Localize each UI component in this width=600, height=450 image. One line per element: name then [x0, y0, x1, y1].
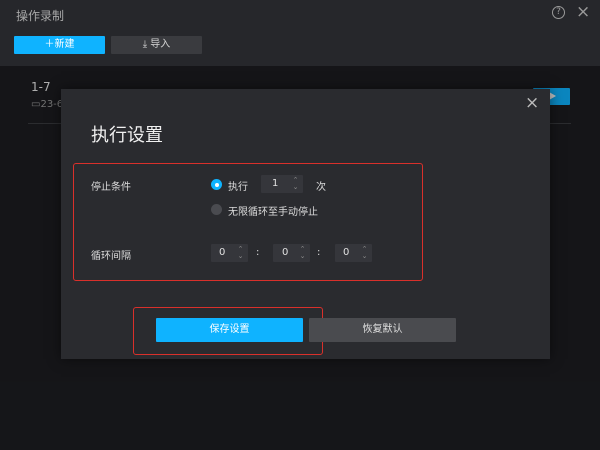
stepper-arrows-icon[interactable]: ⌃ ⌄ [236, 246, 245, 260]
plus-icon: ＋ [44, 39, 55, 50]
execute-radio[interactable] [211, 179, 222, 190]
dialog-close-icon[interactable]: × [525, 93, 539, 113]
count-unit-label: 次 [316, 182, 326, 193]
new-button[interactable]: ＋新建 [14, 36, 105, 54]
interval-seconds-stepper[interactable]: 0 ⌃ ⌄ [335, 244, 372, 262]
app-header: 操作录制 ? × ＋新建 ⤓ 导入 [0, 0, 600, 66]
interval-minutes-stepper[interactable]: 0 ⌃ ⌄ [273, 244, 310, 262]
import-button-label: 导入 [150, 39, 171, 50]
interval-label: 循环间隔 [91, 251, 131, 262]
restore-defaults-button[interactable]: 恢复默认 [309, 318, 456, 342]
close-icon[interactable]: × [576, 2, 590, 22]
stop-condition-label: 停止条件 [91, 182, 131, 193]
execute-option-label: 执行 [228, 182, 248, 193]
interval-hours-value: 0 [219, 247, 226, 258]
interval-hours-stepper[interactable]: 0 ⌃ ⌄ [211, 244, 248, 262]
stepper-arrows-icon[interactable]: ⌃ ⌄ [291, 177, 300, 191]
execute-count-value: 1 [272, 178, 279, 189]
execute-count-stepper[interactable]: 1 ⌃ ⌄ [261, 175, 303, 193]
stepper-arrows-icon[interactable]: ⌃ ⌄ [360, 246, 369, 260]
import-button[interactable]: ⤓ 导入 [111, 36, 202, 54]
execution-settings-dialog: × 执行设置 停止条件 执行 1 ⌃ ⌄ 次 无限循环至手动停止 循环间隔 0 ⌃… [61, 89, 550, 359]
infinite-loop-label: 无限循环至手动停止 [228, 207, 318, 218]
interval-minutes-value: 0 [282, 247, 289, 258]
stepper-arrows-icon[interactable]: ⌃ ⌄ [298, 246, 307, 260]
infinite-loop-radio[interactable] [211, 204, 222, 215]
save-settings-button[interactable]: 保存设置 [156, 318, 303, 342]
new-button-label: 新建 [54, 39, 75, 50]
interval-separator: : [256, 247, 260, 258]
app-title: 操作录制 [16, 9, 65, 23]
help-icon[interactable]: ? [552, 6, 565, 19]
interval-seconds-value: 0 [343, 247, 350, 258]
interval-separator: : [317, 247, 321, 258]
dialog-title: 执行设置 [91, 125, 163, 146]
